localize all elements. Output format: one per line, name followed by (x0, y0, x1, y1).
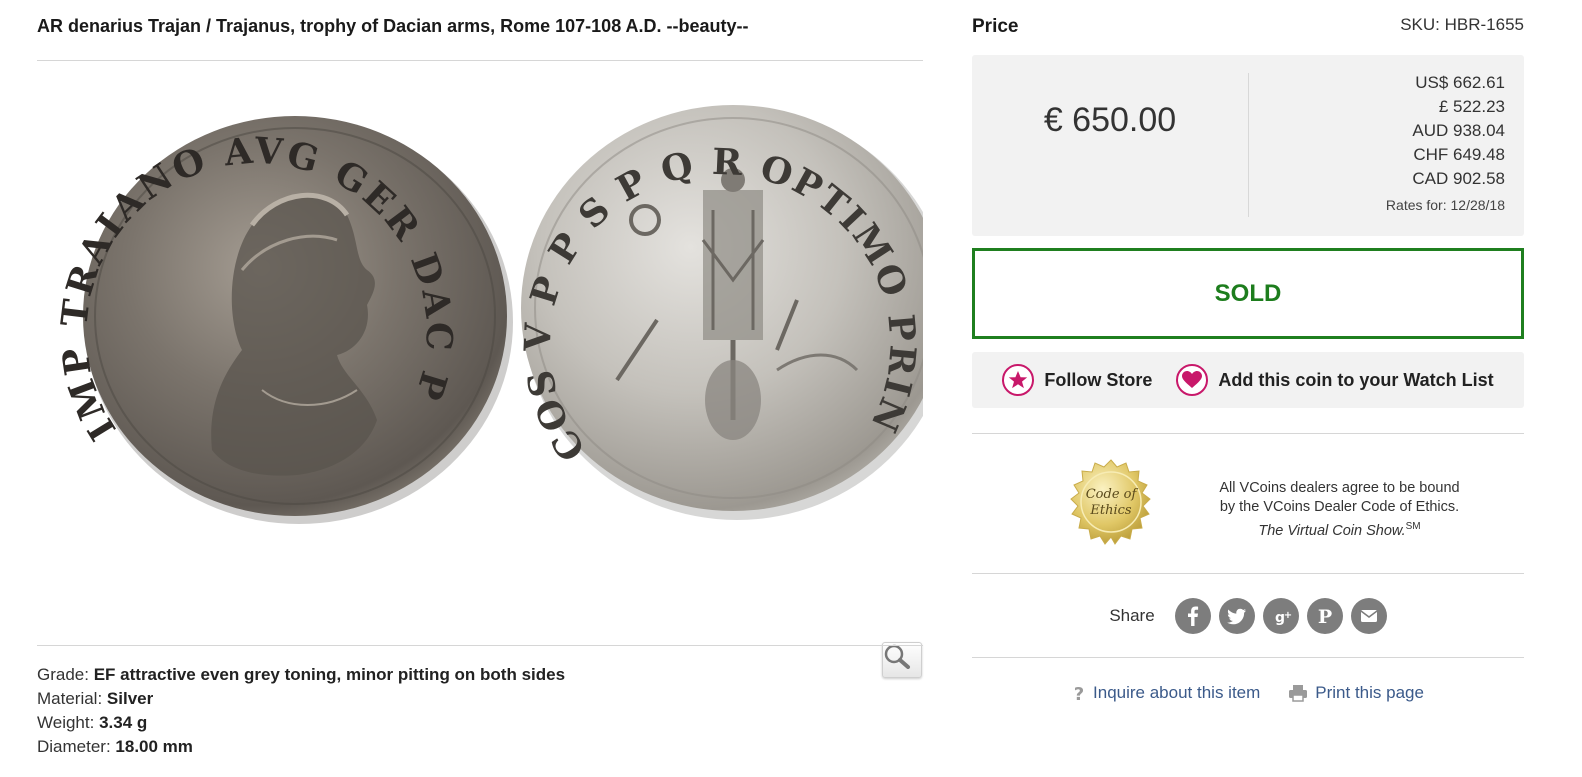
print-link[interactable]: Print this page (1288, 683, 1424, 703)
price-box: € 650.00 US$ 662.61 £ 522.23 AUD 938.04 … (972, 55, 1524, 236)
follow-store-label: Follow Store (1044, 369, 1153, 390)
conversion-usd: US$ 662.61 (1415, 73, 1505, 92)
obverse-coin: IMP TRAIANO AVG GER DAC P M TR P (37, 90, 513, 524)
star-icon (1002, 364, 1035, 396)
divider (972, 433, 1524, 434)
seal-line1: Code of (1086, 487, 1139, 502)
divider (972, 657, 1524, 658)
coin-image[interactable]: IMP TRAIANO AVG GER DAC P M TR P (37, 90, 923, 678)
coin-photo: IMP TRAIANO AVG GER DAC P M TR P (37, 90, 923, 524)
item-links: ? Inquire about this item Print this pag… (972, 683, 1524, 703)
inquire-label: Inquire about this item (1093, 683, 1261, 702)
conversion-gbp: £ 522.23 (1438, 97, 1505, 116)
currency-conversions: US$ 662.61 £ 522.23 AUD 938.04 CHF 649.4… (1412, 71, 1505, 191)
svg-text:P: P (1318, 606, 1332, 628)
divider (972, 573, 1524, 574)
detail-grade: Grade: EF attractive even grey toning, m… (37, 665, 566, 684)
email-icon[interactable] (1350, 598, 1387, 634)
main-price: € 650.00 (1043, 101, 1177, 139)
ethics-line3: The Virtual Coin Show.SM (1258, 521, 1421, 539)
coin-details: Grade: EF attractive even grey toning, m… (37, 663, 565, 759)
watch-list-button[interactable]: Add this coin to your Watch List (1176, 364, 1494, 396)
inquire-link[interactable]: ? Inquire about this item (1072, 683, 1260, 703)
magnifier-icon (884, 644, 910, 669)
heart-icon (1176, 364, 1209, 396)
share-bar: Share g + P (972, 596, 1524, 636)
detail-material: Material: Silver (37, 689, 154, 708)
svg-text:+: + (1283, 610, 1291, 621)
price-heading: Price (972, 16, 1019, 37)
rates-date: Rates for: 12/28/18 (1385, 197, 1505, 213)
code-of-ethics-text: All VCoins dealers agree to be bound by … (1217, 479, 1462, 541)
title-divider (37, 60, 923, 61)
listing-title: AR denarius Trajan / Trajanus, trophy of… (37, 16, 749, 36)
pinterest-icon[interactable]: P (1306, 598, 1343, 634)
watch-list-label: Add this coin to your Watch List (1218, 369, 1494, 390)
price-divider (1248, 73, 1249, 217)
listing-column: AR denarius Trajan / Trajanus, trophy of… (37, 0, 923, 777)
google-plus-icon[interactable]: g + (1262, 598, 1299, 634)
detail-diameter: Diameter: 18.00 mm (37, 737, 193, 756)
question-mark-icon: ? (1074, 684, 1084, 703)
details-divider (37, 645, 923, 646)
ethics-line2: by the VCoins Dealer Code of Ethics. (1219, 499, 1460, 515)
print-label: Print this page (1315, 683, 1424, 702)
conversion-chf: CHF 649.48 (1413, 145, 1505, 164)
svg-text:?: ? (1074, 684, 1084, 703)
purchase-column: Price SKU: HBR-1655 € 650.00 US$ 662.61 … (972, 0, 1524, 777)
ethics-line1: All VCoins dealers agree to be bound (1219, 480, 1460, 496)
twitter-icon[interactable] (1218, 598, 1255, 634)
zoom-button[interactable] (882, 642, 922, 678)
sku-label: SKU: HBR-1655 (1400, 15, 1524, 34)
store-actions: Follow Store Add this coin to your Watch… (972, 352, 1524, 408)
conversion-aud: AUD 938.04 (1412, 121, 1505, 140)
conversion-cad: CAD 902.58 (1412, 169, 1505, 188)
seal-line2: Ethics (1089, 503, 1132, 518)
printer-icon (1289, 685, 1308, 702)
code-of-ethics-seal-icon[interactable]: Code of Ethics (1064, 458, 1158, 552)
follow-store-button[interactable]: Follow Store (1002, 364, 1152, 396)
sold-status: SOLD (972, 248, 1524, 339)
facebook-icon[interactable] (1174, 598, 1211, 634)
share-label: Share (1109, 606, 1155, 625)
detail-weight: Weight: 3.34 g (37, 713, 148, 732)
